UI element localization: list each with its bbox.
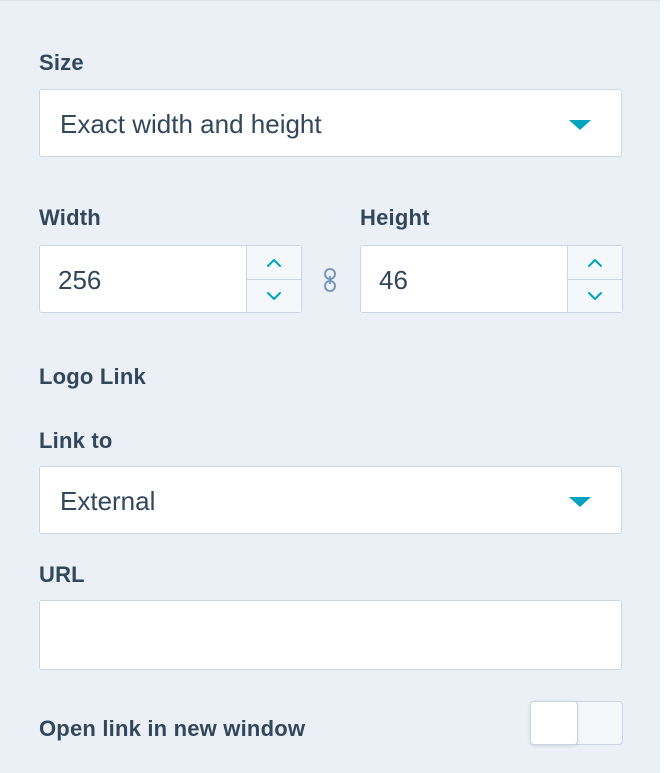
width-field[interactable]: 256 — [39, 245, 302, 313]
height-label: Height — [360, 205, 430, 230]
logo-settings-panel: Size Exact width and height Width Height… — [0, 0, 660, 773]
open-new-window-label: Open link in new window — [39, 716, 306, 741]
link-to-select[interactable]: External — [39, 466, 622, 534]
width-increment-button[interactable] — [247, 246, 301, 280]
width-stepper — [246, 246, 301, 312]
link-to-select-value: External — [60, 486, 156, 516]
toggle-knob — [530, 701, 578, 745]
height-value: 46 — [379, 265, 408, 295]
height-decrement-button[interactable] — [568, 279, 622, 312]
link-chain-icon[interactable] — [322, 267, 338, 293]
width-decrement-button[interactable] — [247, 279, 301, 312]
size-select-value: Exact width and height — [60, 109, 322, 139]
height-stepper — [567, 246, 622, 312]
caret-down-icon — [569, 497, 591, 507]
width-value: 256 — [58, 265, 102, 295]
width-label: Width — [39, 205, 101, 230]
height-field[interactable]: 46 — [360, 245, 623, 313]
link-to-label: Link to — [39, 428, 113, 453]
caret-down-icon — [569, 120, 591, 130]
url-label: URL — [39, 562, 85, 587]
open-new-window-toggle[interactable] — [530, 701, 623, 745]
logo-link-section-title: Logo Link — [39, 364, 146, 389]
chevron-up-icon — [267, 258, 281, 267]
url-input[interactable] — [39, 600, 622, 670]
height-increment-button[interactable] — [568, 246, 622, 280]
chevron-up-icon — [588, 258, 602, 267]
chevron-down-icon — [267, 291, 281, 300]
chevron-down-icon — [588, 291, 602, 300]
size-select[interactable]: Exact width and height — [39, 89, 622, 157]
size-label: Size — [39, 50, 84, 75]
